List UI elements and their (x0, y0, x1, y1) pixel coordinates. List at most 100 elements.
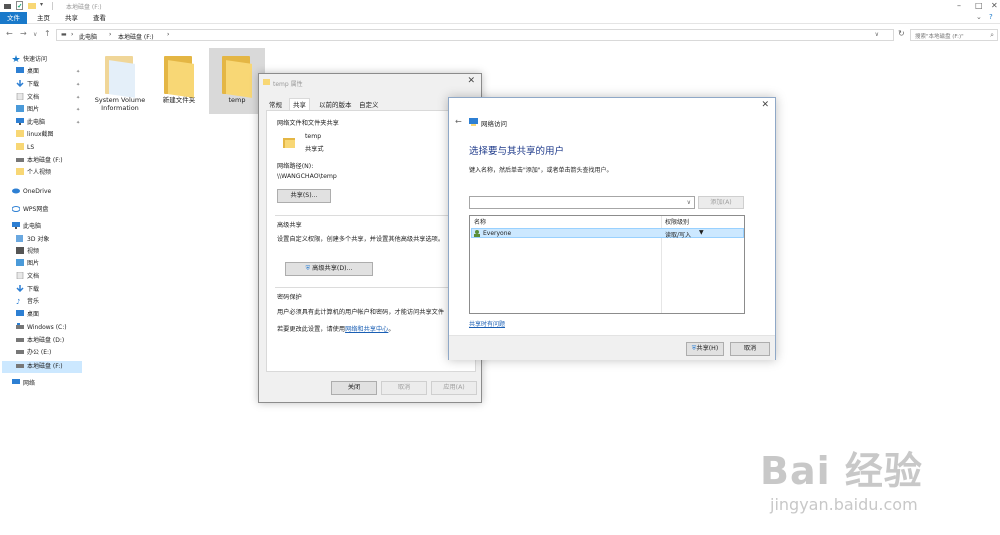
breadcrumb-sep-icon[interactable]: › (109, 31, 111, 38)
close-icon[interactable]: ✕ (467, 76, 475, 86)
nav-label: 下载 (27, 81, 40, 88)
share-button[interactable]: 共享(S)... (277, 189, 331, 203)
nav-wps-drive[interactable]: WPS网盘 (11, 204, 49, 216)
nav-network[interactable]: 网络 (12, 378, 35, 390)
dialog-description: 键入名称，然后单击"添加"，或者单击箭头查找用户。 (469, 167, 613, 174)
folder-icon (16, 130, 24, 137)
permission-level[interactable]: 读取/写入 (665, 230, 691, 239)
nav-item-this-pc-quick[interactable]: 此电脑 (16, 117, 45, 129)
maximize-icon[interactable]: □ (975, 1, 983, 10)
dialog-title: temp 属性 (273, 81, 303, 88)
tab-home[interactable]: 主页 (30, 12, 57, 24)
nav-pc-drive-e[interactable]: 办公 (E:) (16, 347, 51, 359)
close-icon[interactable]: ✕ (761, 100, 769, 110)
tab-previous-versions[interactable]: 以前的版本 (315, 98, 356, 110)
nav-label: 本地磁盘 (F:) (27, 157, 63, 164)
tab-view[interactable]: 查看 (86, 12, 113, 24)
minimize-icon[interactable]: – (957, 1, 961, 10)
nav-item-downloads[interactable]: 下载 (16, 79, 39, 91)
pin-icon[interactable]: ✦ (76, 107, 80, 113)
table-row[interactable]: Everyone 读取/写入 ▼ (471, 228, 744, 239)
tab-file[interactable]: 文件 (0, 12, 27, 24)
nav-pc-drive-f[interactable]: 本地磁盘 (F:) (2, 361, 82, 373)
nav-pc-downloads[interactable]: 下载 (16, 284, 39, 296)
sharing-help-link[interactable]: 共享时有问题 (469, 319, 505, 328)
nav-label: 网络 (23, 380, 36, 387)
nav-this-pc[interactable]: 此电脑 (12, 221, 41, 233)
search-input[interactable]: 搜索"本地磁盘 (F:)" ⌕ (910, 29, 998, 41)
nav-item-desktop[interactable]: 桌面 (16, 66, 39, 78)
file-item-temp[interactable]: temp (209, 48, 265, 114)
tab-customize[interactable]: 自定义 (355, 98, 383, 110)
permission-dropdown-icon[interactable]: ▼ (699, 229, 704, 236)
folder-small-icon (263, 79, 270, 87)
pin-icon[interactable]: ✦ (76, 120, 80, 126)
chevron-down-icon[interactable]: ∨ (687, 199, 691, 206)
folder-icon (220, 52, 254, 98)
nav-pc-3d-objects[interactable]: 3D 对象 (16, 234, 49, 246)
cancel-button[interactable]: 取消 (381, 381, 427, 395)
nav-item-documents[interactable]: 文档 (16, 92, 39, 104)
close-icon[interactable]: ✕ (991, 1, 998, 10)
nav-quick-access[interactable]: 快速访问 (12, 54, 47, 66)
search-icon: ⌕ (990, 31, 994, 39)
nav-item-ls[interactable]: LS (16, 142, 34, 154)
nav-item-personal-videos[interactable]: 个人视频 (16, 167, 51, 179)
breadcrumb-sep-icon[interactable]: › (71, 31, 73, 38)
nav-onedrive[interactable]: OneDrive (12, 186, 51, 198)
network-path-value: \\WANGCHAO\temp (277, 173, 337, 180)
back-arrow-icon[interactable]: ← (455, 117, 462, 126)
network-sharing-center-link[interactable]: 网络和共享中心 (345, 326, 388, 333)
file-item-system-volume-information[interactable]: System Volume Information (92, 52, 148, 112)
nav-pc-pictures[interactable]: 图片 (16, 258, 39, 270)
breadcrumb-this-pc[interactable]: 此电脑 (79, 32, 97, 41)
download-icon (16, 285, 24, 293)
share-state: 共享式 (305, 146, 324, 153)
breadcrumb-drive-f[interactable]: 本地磁盘 (F:) (118, 32, 154, 41)
nav-item-linux-screenshots[interactable]: linux截图 (16, 129, 54, 141)
nav-pc-drive-c[interactable]: Windows (C:) (16, 322, 67, 334)
tab-share[interactable]: 共享 (58, 12, 85, 24)
cancel-button[interactable]: 取消 (730, 342, 770, 356)
nav-pc-drive-d[interactable]: 本地磁盘 (D:) (16, 335, 64, 347)
nav-pc-videos[interactable]: 视频 (16, 246, 39, 258)
user-name-combobox[interactable]: ∨ (469, 196, 695, 209)
advanced-sharing-button[interactable]: ⛨ 高级共享(D)... (285, 262, 373, 276)
sharing-panel: 网络文件和文件夹共享 temp 共享式 网络路径(N): \\WANGCHAO\… (266, 110, 476, 372)
forward-icon[interactable]: → (20, 29, 27, 38)
nav-pc-desktop[interactable]: 桌面 (16, 309, 39, 321)
nav-pc-music[interactable]: ♪ 音乐 (16, 296, 39, 308)
pin-icon[interactable]: ✦ (76, 69, 80, 75)
section-network-sharing: 网络文件和文件夹共享 (277, 120, 339, 127)
address-dropdown-icon[interactable]: ∨ (875, 31, 879, 38)
nav-item-pictures[interactable]: 图片 (16, 104, 39, 116)
address-bar[interactable]: ▬ › 此电脑 › 本地磁盘 (F:) › ∨ (56, 29, 894, 41)
file-item-new-folder[interactable]: 新建文件夹 (156, 52, 202, 104)
nav-label: 桌面 (27, 311, 40, 318)
pin-icon[interactable]: ✦ (76, 95, 80, 101)
apply-button[interactable]: 应用(A) (431, 381, 477, 395)
refresh-icon[interactable]: ↻ (898, 29, 905, 38)
nav-label: 3D 对象 (27, 236, 50, 243)
user-permission-table: 名称 权限级别 Everyone 读取/写入 ▼ (469, 215, 745, 314)
help-icon[interactable]: ? (989, 13, 993, 21)
tab-general[interactable]: 常规 (265, 98, 286, 110)
nav-item-drive-f-quick[interactable]: 本地磁盘 (F:) (16, 155, 63, 167)
new-folder-quick-icon[interactable] (28, 1, 36, 10)
nav-label: 音乐 (27, 298, 40, 305)
nav-pc-documents[interactable]: 文档 (16, 271, 39, 283)
share-confirm-button[interactable]: ⛨共享(H) (686, 342, 724, 356)
breadcrumb-sep-icon[interactable]: › (167, 31, 169, 38)
pin-icon[interactable]: ✦ (76, 82, 80, 88)
customize-quick-icon[interactable]: ▾ (40, 1, 48, 10)
add-button[interactable]: 添加(A) (698, 196, 744, 209)
close-button[interactable]: 关闭 (331, 381, 377, 395)
back-icon[interactable]: ← (6, 29, 13, 38)
ribbon-expand-icon[interactable]: ⌄ (976, 13, 982, 21)
folder-icon (16, 143, 24, 150)
folder-icon (16, 168, 24, 175)
nav-label: WPS网盘 (23, 206, 49, 213)
recent-dropdown-icon[interactable]: ∨ (33, 31, 37, 38)
up-icon[interactable]: ↑ (44, 29, 51, 38)
properties-quick-icon[interactable] (16, 1, 24, 10)
